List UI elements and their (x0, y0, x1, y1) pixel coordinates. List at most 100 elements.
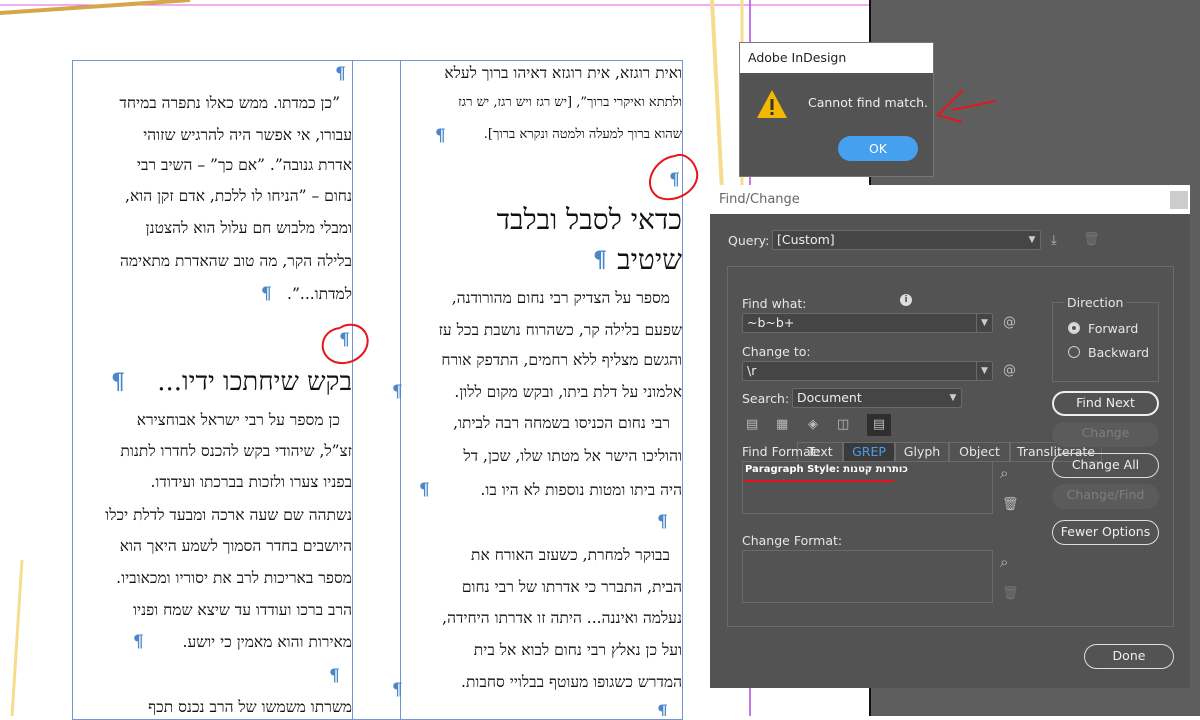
special-characters-icon[interactable]: @ (1003, 363, 1016, 379)
pilcrow: ¶ (669, 170, 680, 190)
specify-format-icon[interactable]: ⌕ (1000, 554, 1008, 570)
chevron-down-icon: ▼ (949, 393, 957, 403)
pilcrow: ¶ (111, 369, 125, 395)
pilcrow: ¶ (593, 247, 607, 273)
clear-format-icon[interactable]: 🗑 (1002, 586, 1019, 602)
include-footnotes-icon[interactable]: ▤ (867, 414, 891, 436)
pilcrow: ¶ (339, 330, 350, 350)
gold-decor-line (0, 0, 191, 15)
query-value: [Custom] (777, 232, 835, 247)
text-line: ועל כן נאלץ רבי נחום לבוא אל בית (473, 641, 682, 659)
query-select[interactable]: [Custom] ▼ (772, 230, 1041, 250)
direction-label: Direction (1064, 295, 1127, 310)
left-column: ¶ ”כן כמדתו. ממש כאלו נתפרה במיחד עבורו,… (73, 60, 352, 716)
text-line: ואית רוגזא, אית רוגזא דאיהו ברוך לעלא (444, 64, 682, 82)
clear-format-icon[interactable]: 🗑 (1002, 497, 1019, 513)
include-locked-layers-icon[interactable]: ▤ (746, 417, 758, 433)
special-characters-icon[interactable]: @ (1003, 315, 1016, 331)
include-hidden-layers-icon[interactable]: ◈ (808, 417, 818, 433)
find-change-dialog: Find/Change Query: [Custom] ▼ ⤓ 🗑 Text GR… (710, 185, 1190, 688)
chevron-down-icon[interactable]: ▼ (976, 362, 992, 380)
annotation-underline (744, 480, 894, 482)
search-scope-select[interactable]: Document ▼ (792, 388, 962, 408)
pilcrow: ¶ (392, 680, 403, 700)
done-button[interactable]: Done (1084, 644, 1174, 669)
pilcrow: ¶ (419, 480, 430, 500)
tab-grep[interactable]: GREP (843, 442, 895, 462)
change-button[interactable]: Change (1052, 422, 1159, 447)
trash-icon[interactable]: 🗑 (1083, 232, 1100, 248)
search-scope-value: Document (797, 390, 862, 405)
pilcrow: ¶ (335, 64, 346, 84)
change-to-label: Change to: (742, 344, 811, 359)
pilcrow: ¶ (133, 632, 144, 652)
pilcrow: ¶ (435, 126, 446, 146)
text-line: בלילה הקר, מה טוב שהאדרת מתאימה (119, 252, 352, 270)
alert-dialog: Adobe InDesign Cannot find match. OK (739, 42, 934, 177)
dialog-grip-icon[interactable] (1170, 191, 1188, 209)
gold-decor-line (10, 559, 24, 716)
save-query-icon[interactable]: ⤓ (1051, 233, 1057, 249)
text-line: בפניו צערו ולזכות בברכתו ועידודו. (150, 473, 353, 491)
fewer-options-button[interactable]: Fewer Options (1052, 520, 1159, 545)
find-what-label: Find what: (742, 296, 807, 311)
include-locked-stories-icon[interactable]: ▦ (776, 417, 788, 433)
text-line: מספר על הצדיק רבי נחום מהורודנה, (451, 289, 670, 307)
text-line: אדרת גנובה”. ”אם כך” – השיב רבי (136, 156, 352, 174)
find-what-value: ~b~b+ (747, 315, 795, 330)
right-column: ואית רוגזא, אית רוגזא דאיהו ברוך לעלא ול… (401, 60, 682, 716)
text-line: ולתתא ואיקרי ברוך”, [יש רגז ויש רגז, יש … (458, 95, 682, 110)
warning-icon (757, 90, 787, 118)
section-heading: שיטיב (617, 243, 682, 276)
include-master-pages-icon[interactable]: ◫ (837, 417, 849, 433)
backward-label: Backward (1088, 345, 1150, 360)
text-line: עבורו, אי אפשר היה להרגיש שזוהי (143, 126, 352, 144)
text-line: היושבים בחדר הסמוך לשמע היאך הוא (119, 537, 352, 555)
direction-group (1052, 302, 1159, 382)
text-line: בבוקר למחרת, כשעזב האורח את (471, 546, 670, 564)
forward-label: Forward (1088, 321, 1139, 336)
find-format-box[interactable]: Paragraph Style: כותרות קטנות (742, 461, 993, 514)
chevron-down-icon: ▼ (1028, 235, 1036, 245)
text-line: והגשם מצליף ללא רחמים, התדפק אורח (441, 351, 682, 369)
pilcrow: ¶ (392, 382, 403, 402)
column-guide (352, 60, 353, 720)
ok-button[interactable]: OK (838, 136, 918, 161)
change-format-box[interactable] (742, 550, 993, 603)
find-format-label: Find Format: (742, 444, 820, 459)
text-line: כן מספר על רבי ישראל אבוחצירא (136, 411, 340, 429)
dialog-title: Find/Change (710, 185, 1190, 214)
text-line: רבי נחום הכניסו בשמחה רבה לביתו, (453, 414, 670, 432)
tab-glyph[interactable]: Glyph (895, 442, 949, 462)
text-line: מספר באריכות לרב את יסוריו ומכאוביו. (116, 569, 352, 587)
text-line: מאירות והוא מאמין כי יושע. (182, 633, 352, 651)
pilcrow: ¶ (329, 666, 340, 686)
section-heading: כדאי לסבל ובלבד (496, 203, 682, 236)
text-line: ”כן כמדתו. ממש כאלו נתפרה במיחד (119, 94, 340, 112)
text-line: הרב ברכו ועודדו עד שיצא שמח ופניו (133, 601, 352, 619)
change-format-label: Change Format: (742, 533, 843, 548)
pilcrow: ¶ (657, 512, 668, 532)
text-line: נשתהה שם שעה ארכה ומבעד לדלת יכלו (105, 506, 352, 524)
text-line: נעלמה ואיננה... היתה זו אדרתו היחידה, (442, 609, 682, 627)
change-to-value: \r (747, 363, 757, 378)
backward-radio[interactable] (1068, 346, 1080, 358)
text-line: והוליכו הישר אל מטתו שלו, שכן, דל (463, 447, 682, 465)
text-line: משרתו משמשו של הרב נכנס תכף (148, 698, 352, 716)
tab-object[interactable]: Object (949, 442, 1010, 462)
text-line: שפעם בלילה קר, כשהרוח נושבת בכל עז (438, 321, 682, 339)
change-to-input[interactable]: \r ▼ (742, 361, 993, 381)
info-icon[interactable]: i (900, 294, 912, 306)
text-line: נחום – ”הניחו לו ללכת, אדם זקן הוא, (125, 187, 352, 205)
forward-radio[interactable] (1068, 322, 1080, 334)
change-find-button[interactable]: Change/Find (1052, 484, 1159, 509)
change-all-button[interactable]: Change All (1052, 453, 1159, 478)
pilcrow: ¶ (657, 702, 668, 716)
text-line: המדרש כשגופו מעוטף בבלויי סחבות. (461, 673, 682, 691)
find-what-input[interactable]: ~b~b+ ▼ (742, 313, 993, 333)
find-next-button[interactable]: Find Next (1052, 391, 1159, 416)
specify-format-icon[interactable]: ⌕ (1000, 465, 1008, 481)
gold-decor-line (710, 0, 724, 191)
pilcrow: ¶ (261, 284, 272, 304)
chevron-down-icon[interactable]: ▼ (976, 314, 992, 332)
